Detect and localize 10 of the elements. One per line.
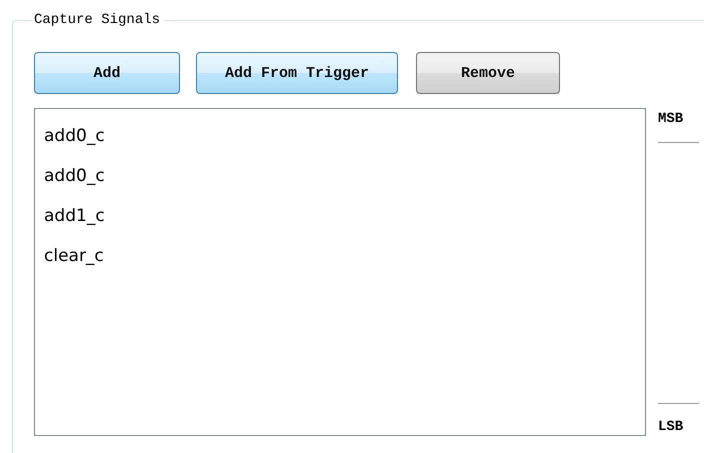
lsb-label: LSB bbox=[658, 418, 684, 436]
toolbar-button[interactable]: Add bbox=[34, 52, 180, 94]
signal-item[interactable]: add0_c bbox=[44, 157, 105, 197]
toolbar-button[interactable]: Add From Trigger bbox=[196, 52, 398, 94]
signal-item[interactable]: add1_c bbox=[44, 197, 105, 237]
signal-item[interactable]: add0_c bbox=[44, 117, 105, 157]
group-title: Capture Signals bbox=[32, 11, 164, 29]
msb-label: MSB bbox=[658, 110, 684, 128]
toolbar-button[interactable]: Remove bbox=[416, 52, 560, 94]
signal-item[interactable]: clear_c bbox=[44, 237, 104, 277]
